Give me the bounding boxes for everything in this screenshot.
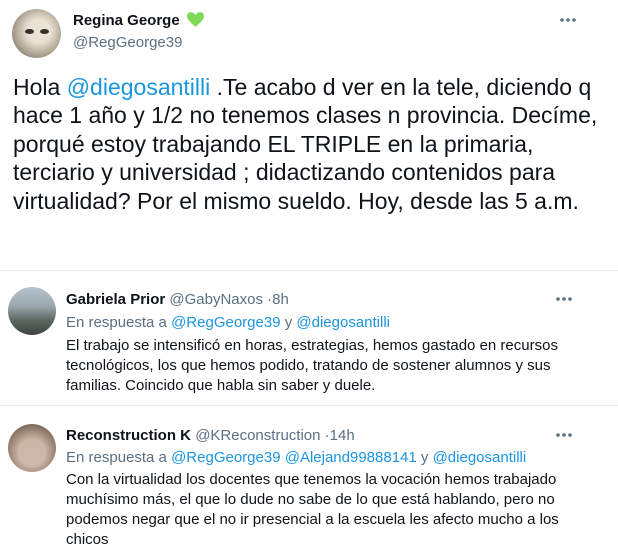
author-name-row[interactable]: Regina George (73, 12, 204, 31)
tweet-text-part: Hola (13, 74, 67, 100)
author-name[interactable]: Regina George (73, 12, 180, 29)
mention-joiner: y (420, 449, 429, 466)
mention-joiner: y (284, 314, 293, 331)
mention-link[interactable]: @RegGeorge39 (171, 314, 280, 331)
mention-link[interactable]: @diegosantilli (296, 314, 390, 331)
tweet-text: Hola @diegosantilli .Te acabo d ver en l… (13, 73, 603, 215)
avatar[interactable] (8, 287, 56, 335)
replying-to-label: En respuesta a (66, 314, 167, 331)
replying-to: En respuesta a @RegGeorge39 y @diegosant… (66, 314, 390, 331)
more-options-icon[interactable] (554, 289, 574, 309)
avatar-eye (25, 29, 34, 34)
reply-tweet[interactable]: Reconstruction K @KReconstruction ·14h E… (0, 406, 618, 546)
reply-header: Reconstruction K @KReconstruction ·14h (66, 427, 355, 444)
author-handle[interactable]: @RegGeorge39 (73, 34, 182, 51)
reply-tweet[interactable]: Gabriela Prior @GabyNaxos ·8h En respues… (0, 271, 618, 405)
green-heart-icon (186, 12, 204, 31)
reply-author-name[interactable]: Gabriela Prior (66, 291, 165, 308)
avatar[interactable] (12, 9, 61, 58)
replying-to: En respuesta a @RegGeorge39 @Alejand9988… (66, 449, 526, 466)
more-options-icon[interactable] (554, 425, 574, 445)
more-options-icon[interactable] (558, 10, 578, 30)
reply-author-handle[interactable]: @KReconstruction (195, 427, 320, 444)
avatar-eye (40, 29, 49, 34)
reply-text: Con la virtualidad los docentes que tene… (66, 471, 559, 546)
replying-to-label: En respuesta a (66, 449, 167, 466)
mention-link[interactable]: @diegosantilli (67, 74, 211, 100)
reply-author-handle[interactable]: @GabyNaxos (169, 291, 263, 308)
reply-text: El trabajo se intensificó en horas, estr… (66, 337, 558, 394)
reply-time[interactable]: 14h (330, 427, 355, 444)
reply-author-name[interactable]: Reconstruction K (66, 427, 191, 444)
mention-link[interactable]: @RegGeorge39 (171, 449, 280, 466)
reply-header: Gabriela Prior @GabyNaxos ·8h (66, 291, 289, 308)
avatar[interactable] (8, 424, 56, 472)
mention-link[interactable]: @diegosantilli (433, 449, 527, 466)
reply-time[interactable]: 8h (272, 291, 289, 308)
main-tweet: Regina George @RegGeorge39 Hola @diegosa… (0, 0, 618, 270)
mention-link[interactable]: @Alejand99888141 (285, 449, 417, 466)
